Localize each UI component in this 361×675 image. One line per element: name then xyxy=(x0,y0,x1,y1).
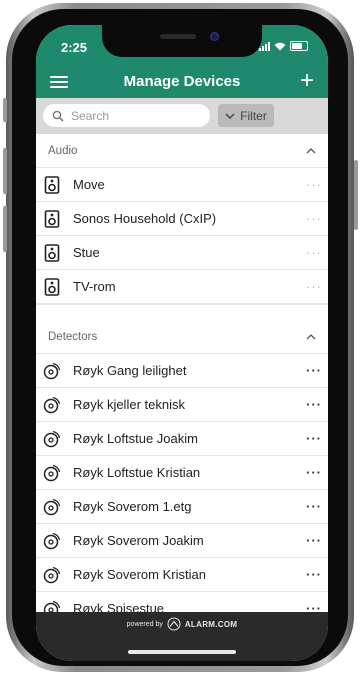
search-box[interactable] xyxy=(43,104,210,127)
smoke-detector-icon xyxy=(41,530,63,552)
battery-icon xyxy=(290,41,308,51)
powered-by-text: powered by xyxy=(126,620,163,628)
list-item[interactable]: Røyk Soverom Joakim ··· xyxy=(36,524,328,558)
smoke-detector-icon xyxy=(41,360,63,382)
device-name: Røyk Soverom Kristian xyxy=(73,567,206,582)
device-name: Sonos Household (CxIP) xyxy=(73,211,217,226)
list-item[interactable]: Røyk Soverom Kristian ··· xyxy=(36,558,328,592)
silent-switch xyxy=(3,98,7,122)
volume-down-button xyxy=(3,206,7,252)
more-options-icon[interactable]: ··· xyxy=(300,363,328,378)
smoke-detector-icon xyxy=(41,462,63,484)
speaker-icon xyxy=(41,208,63,230)
search-input[interactable] xyxy=(69,107,193,124)
more-options-icon[interactable]: ··· xyxy=(300,567,328,582)
list-item[interactable]: Røyk Soverom 1.etg ··· xyxy=(36,490,328,524)
list-item[interactable]: Sonos Household (CxIP) ··· xyxy=(36,202,328,236)
section-header-detectors[interactable]: Detectors xyxy=(36,320,328,353)
list-item[interactable]: Røyk Loftstue Kristian ··· xyxy=(36,456,328,490)
speaker-icon xyxy=(41,174,63,196)
filter-button[interactable]: Filter xyxy=(218,104,274,127)
device-name: Move xyxy=(73,177,105,192)
smoke-detector-icon xyxy=(41,428,63,450)
more-options-icon[interactable]: ··· xyxy=(300,245,328,260)
home-indicator[interactable] xyxy=(128,650,236,654)
screen: 2:25 Manage Devices + Filter Audio xyxy=(36,25,328,661)
more-options-icon[interactable]: ··· xyxy=(300,499,328,514)
chevron-down-icon xyxy=(225,113,235,119)
more-options-icon[interactable]: ··· xyxy=(300,279,328,294)
more-options-icon[interactable]: ··· xyxy=(300,431,328,446)
section-title: Detectors xyxy=(48,330,98,343)
front-camera xyxy=(210,32,219,41)
smoke-detector-icon xyxy=(41,564,63,586)
more-options-icon[interactable]: ··· xyxy=(300,211,328,226)
search-icon xyxy=(52,110,64,122)
list-item[interactable]: Røyk kjeller teknisk ··· xyxy=(36,388,328,422)
status-indicators xyxy=(259,41,308,51)
filter-label: Filter xyxy=(240,108,267,123)
earpiece xyxy=(160,34,196,39)
add-device-button[interactable]: + xyxy=(300,68,314,94)
device-list: Audio Move ··· Sonos Household (CxIP) ··… xyxy=(36,134,328,626)
section-title: Audio xyxy=(48,144,78,157)
wifi-icon xyxy=(274,42,286,50)
footer: powered by ALARM.COM xyxy=(36,612,328,661)
notch xyxy=(102,25,262,57)
section-header-audio[interactable]: Audio xyxy=(36,134,328,167)
alarm-com-logo-icon xyxy=(167,617,181,631)
brand-name: ALARM.COM xyxy=(184,619,238,629)
more-options-icon[interactable]: ··· xyxy=(300,533,328,548)
speaker-icon xyxy=(41,242,63,264)
smoke-detector-icon xyxy=(41,496,63,518)
smoke-detector-icon xyxy=(41,394,63,416)
device-name: Røyk Gang leilighet xyxy=(73,363,187,378)
device-name: Røyk kjeller teknisk xyxy=(73,397,185,412)
more-options-icon[interactable]: ··· xyxy=(300,177,328,192)
app-bar: Manage Devices + xyxy=(36,67,328,98)
page-title: Manage Devices xyxy=(123,73,241,90)
list-item[interactable]: Røyk Loftstue Joakim ··· xyxy=(36,422,328,456)
more-options-icon[interactable]: ··· xyxy=(300,465,328,480)
device-name: TV-rom xyxy=(73,279,116,294)
status-time: 2:25 xyxy=(61,40,88,55)
list-item[interactable]: Stue ··· xyxy=(36,236,328,270)
device-name: Røyk Soverom Joakim xyxy=(73,533,204,548)
more-options-icon[interactable]: ··· xyxy=(300,397,328,412)
list-item[interactable]: TV-rom ··· xyxy=(36,270,328,304)
power-button xyxy=(354,160,358,230)
chevron-up-icon[interactable] xyxy=(306,333,316,340)
device-name: Stue xyxy=(73,245,100,260)
list-item[interactable]: Move ··· xyxy=(36,167,328,202)
speaker-icon xyxy=(41,276,63,298)
list-item[interactable]: Røyk Gang leilighet ··· xyxy=(36,353,328,388)
section-divider xyxy=(36,304,328,320)
device-name: Røyk Soverom 1.etg xyxy=(73,499,192,514)
device-name: Røyk Loftstue Kristian xyxy=(73,465,201,480)
search-bar: Filter xyxy=(36,98,328,134)
chevron-up-icon[interactable] xyxy=(306,147,316,154)
device-name: Røyk Loftstue Joakim xyxy=(73,431,198,446)
volume-up-button xyxy=(3,148,7,194)
powered-by: powered by ALARM.COM xyxy=(36,617,328,631)
